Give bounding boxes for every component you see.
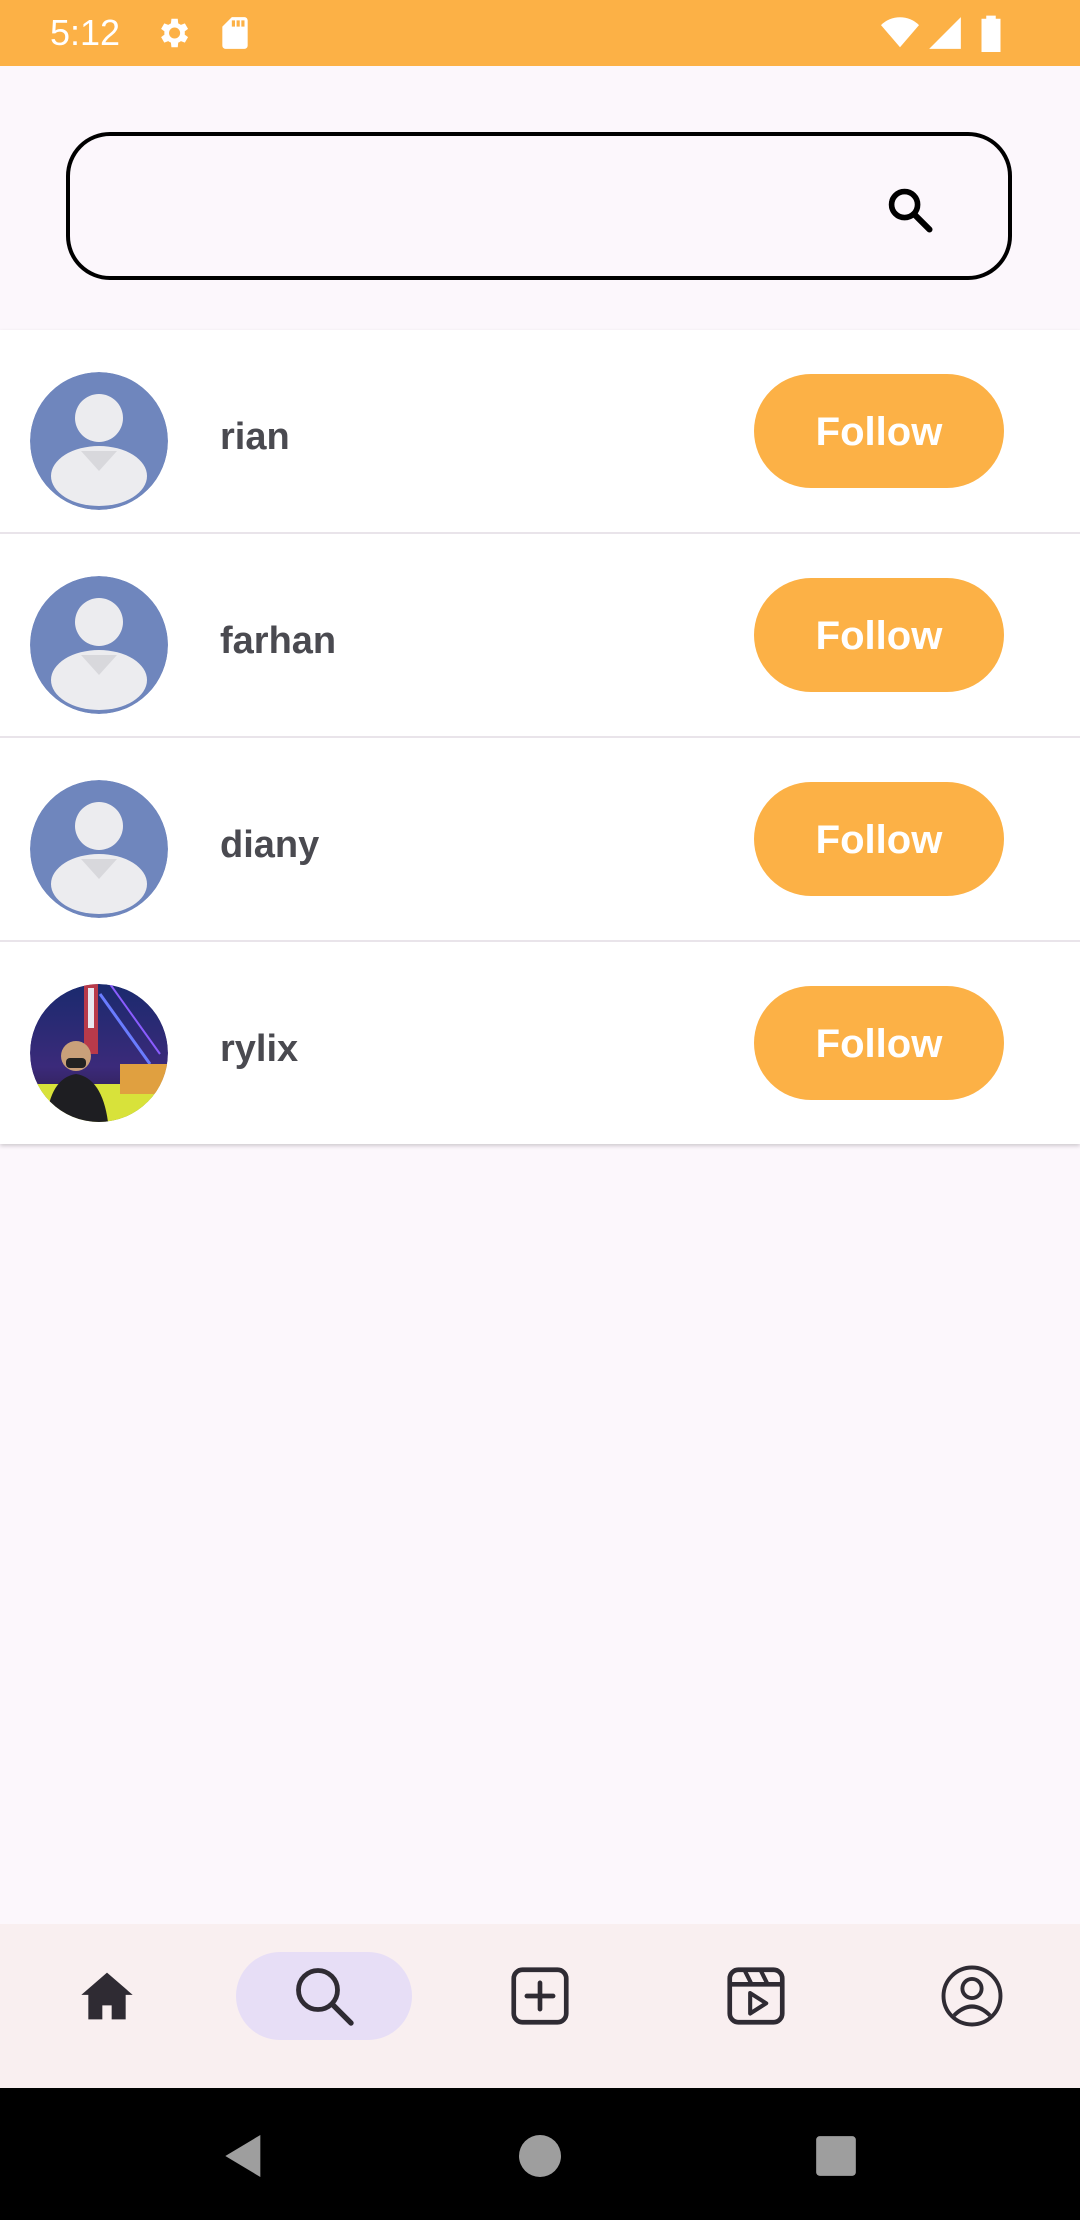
home-button-icon[interactable] — [512, 2128, 568, 2184]
reels-icon — [727, 1967, 785, 2025]
sd-card-icon — [216, 14, 254, 52]
default-avatar-icon[interactable] — [30, 780, 168, 918]
search-box — [66, 132, 1012, 280]
default-avatar-icon[interactable] — [30, 372, 168, 510]
username[interactable]: diany — [220, 824, 319, 867]
follow-button[interactable]: Follow — [754, 782, 1004, 896]
search-icon[interactable] — [884, 184, 936, 236]
back-icon[interactable] — [216, 2128, 272, 2184]
list-item: diany Follow — [0, 738, 1080, 942]
search-area — [0, 66, 1080, 330]
search-input[interactable] — [110, 166, 874, 248]
search-icon — [296, 1968, 354, 2026]
username[interactable]: rian — [220, 416, 290, 459]
home-icon — [81, 1972, 133, 2020]
profile-icon — [941, 1965, 1003, 2027]
follow-button[interactable]: Follow — [754, 578, 1004, 692]
status-bar: 5:12 — [0, 0, 1080, 66]
photo-avatar[interactable] — [30, 984, 168, 1122]
default-avatar-icon[interactable] — [30, 576, 168, 714]
bottom-nav — [0, 1924, 1080, 2088]
system-nav-bar — [0, 2088, 1080, 2220]
follow-button[interactable]: Follow — [754, 986, 1004, 1100]
nav-search[interactable] — [236, 1952, 412, 2040]
list-item: farhan Follow — [0, 534, 1080, 738]
nav-reels[interactable] — [668, 1952, 844, 2040]
nav-add[interactable] — [452, 1952, 628, 2040]
list-item: rylix Follow — [0, 942, 1080, 1146]
username[interactable]: farhan — [220, 620, 336, 663]
list-item: rian Follow — [0, 330, 1080, 534]
username[interactable]: rylix — [220, 1028, 298, 1071]
add-post-icon — [511, 1967, 569, 2025]
user-list: rian Follow farhan Follow diany Follow r… — [0, 330, 1080, 1144]
status-time: 5:12 — [50, 12, 121, 53]
wifi-icon — [880, 14, 919, 52]
signal-icon — [926, 14, 964, 52]
nav-home[interactable] — [19, 1952, 195, 2040]
nav-profile[interactable] — [884, 1952, 1060, 2040]
recents-icon[interactable] — [808, 2128, 864, 2184]
follow-button[interactable]: Follow — [754, 374, 1004, 488]
battery-icon — [976, 14, 1014, 53]
settings-icon — [154, 14, 192, 52]
